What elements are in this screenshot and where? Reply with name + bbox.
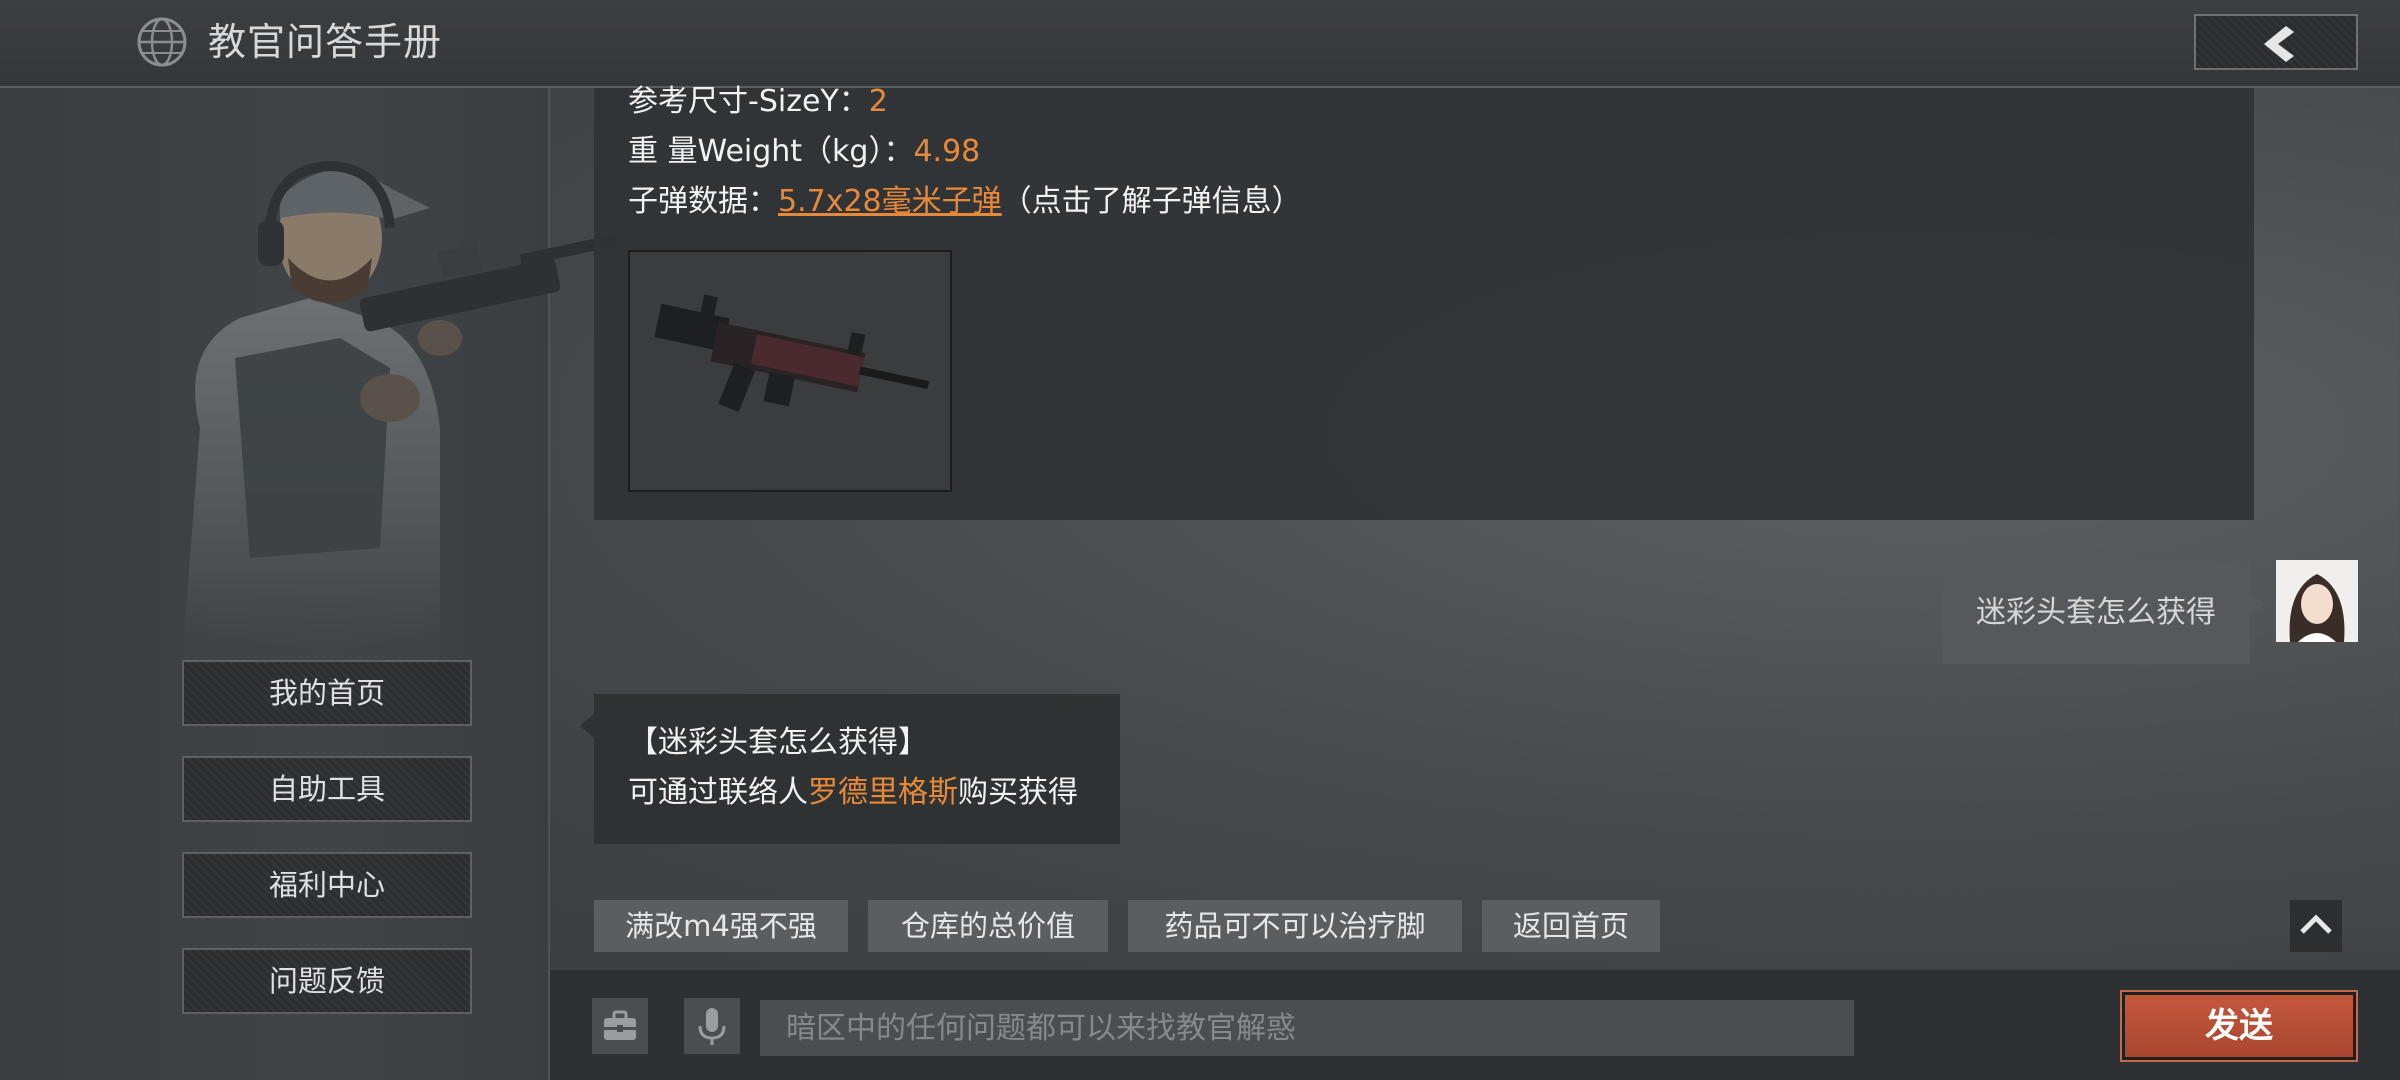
size-value: 2: [868, 84, 888, 119]
globe-icon: [137, 17, 187, 67]
weight-row: 重 量Weight（kg）：4.98: [628, 132, 980, 172]
avatar-image: [2276, 560, 2358, 642]
nav-welfare-center[interactable]: 福利中心: [182, 852, 472, 918]
nav-feedback[interactable]: 问题反馈: [182, 948, 472, 1014]
rifle-image: [654, 294, 930, 412]
reply-suffix: 购买获得: [958, 775, 1078, 810]
input-bar: 发送: [550, 968, 2400, 1080]
reply-body: 可通过联络人罗德里格斯购买获得: [628, 772, 1078, 814]
toolbox-button[interactable]: [592, 998, 648, 1054]
size-label: 参考尺寸-SizeY：: [628, 84, 869, 119]
nav-self-help-tools[interactable]: 自助工具: [182, 756, 472, 822]
ammo-label: 子弹数据：: [628, 184, 778, 219]
ammo-link[interactable]: 5.7x28毫米子弹: [778, 184, 1002, 219]
user-avatar[interactable]: [2276, 560, 2358, 642]
ammo-hint: （点击了解子弹信息）: [1001, 184, 1302, 219]
page-title: 教官问答手册: [208, 20, 443, 64]
question-input[interactable]: [760, 1000, 1854, 1056]
nav-home[interactable]: 我的首页: [182, 660, 472, 726]
weapon-image: [628, 250, 952, 492]
microphone-icon: [698, 1008, 726, 1045]
size-row: 参考尺寸-SizeY：2: [628, 82, 888, 122]
quick-reply-chip[interactable]: 返回首页: [1482, 900, 1660, 952]
scroll-up-button[interactable]: [2290, 900, 2342, 952]
back-button[interactable]: [2194, 14, 2358, 70]
send-button[interactable]: 发送: [2120, 990, 2358, 1062]
user-message-bubble: 迷彩头套怎么获得: [1942, 562, 2264, 664]
quick-reply-chip[interactable]: 药品可不可以治疗脚: [1128, 900, 1462, 952]
weight-label: 重 量Weight（kg）：: [628, 134, 914, 169]
quick-reply-chip[interactable]: 仓库的总价值: [868, 900, 1108, 952]
instructor-portrait: [180, 160, 620, 688]
weight-value: 4.98: [913, 134, 981, 169]
reply-contact-highlight[interactable]: 罗德里格斯: [808, 775, 958, 810]
toolbox-icon: [604, 1010, 636, 1040]
reply-prefix: 可通过联络人: [628, 775, 808, 810]
chevron-up-icon: [2300, 914, 2332, 934]
sidebar: 我的首页 自助工具 福利中心 问题反馈: [0, 88, 620, 1080]
chevron-left-icon: [2264, 26, 2294, 62]
bot-reply-bubble: 【迷彩头套怎么获得】 可通过联络人罗德里格斯购买获得: [580, 694, 1120, 844]
quick-reply-chip[interactable]: 满改m4强不强: [594, 900, 848, 952]
header-bar: 教官问答手册: [0, 0, 2400, 88]
ammo-row: 子弹数据：5.7x28毫米子弹（点击了解子弹信息）: [628, 182, 1302, 222]
voice-button[interactable]: [684, 998, 740, 1054]
reply-title: 【迷彩头套怎么获得】: [628, 725, 928, 760]
weapon-info-card: 参考尺寸-SizeY：2 重 量Weight（kg）：4.98 子弹数据：5.7…: [594, 84, 2254, 520]
